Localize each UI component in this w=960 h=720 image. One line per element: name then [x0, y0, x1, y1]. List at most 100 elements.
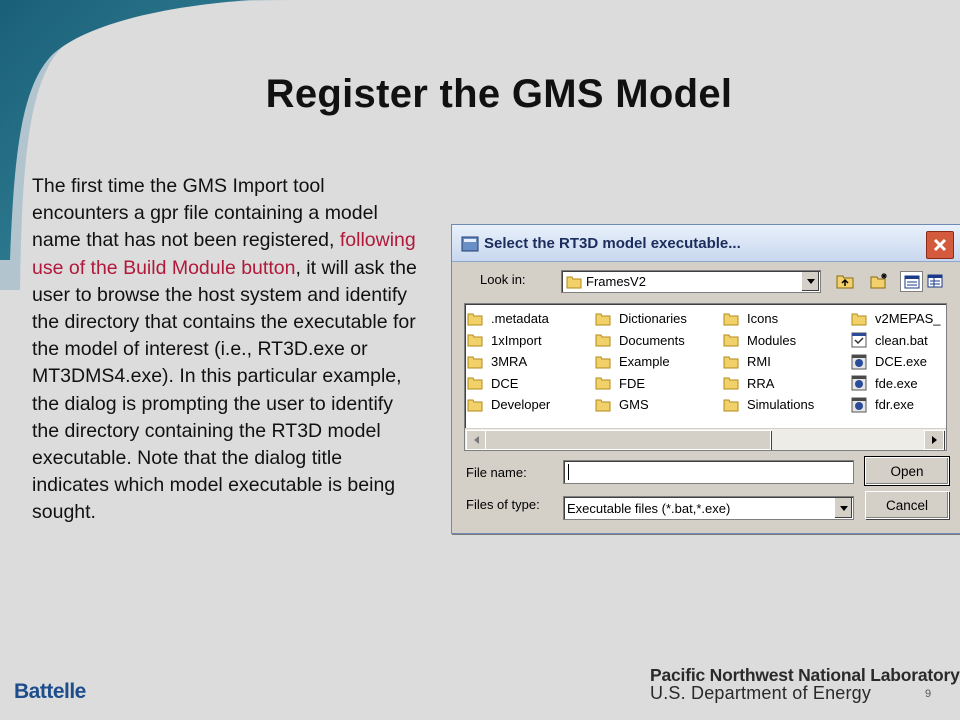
body-text-part: The first time the GMS Import tool encou… [32, 175, 378, 252]
file-list-item[interactable]: DCE.exe [851, 351, 941, 373]
file-name: clean.bat [875, 332, 928, 348]
scrollbar-thumb[interactable] [485, 430, 771, 450]
doe-name: U.S. Department of Energy [650, 683, 872, 703]
look-in-select[interactable]: FramesV2 [561, 270, 821, 293]
file-list-item[interactable]: .metadata [467, 308, 550, 330]
slide-body-text: The first time the GMS Import tool encou… [32, 173, 424, 527]
folder-icon [851, 312, 871, 326]
folder-icon [723, 355, 743, 369]
file-list-item[interactable]: Documents [595, 330, 687, 352]
file-column: v2MEPAS_ clean.bat DCE.exe fde.exe fdr.exe [851, 308, 941, 416]
open-button[interactable]: Open [864, 456, 950, 486]
batch-file-icon [851, 332, 871, 348]
file-list[interactable]: .metadata 1xImport 3MRA DCE Developer Dictio… [464, 303, 947, 451]
file-chooser-dialog: Select the RT3D model executable... Look… [451, 224, 960, 534]
folder-icon [467, 355, 487, 369]
file-list-item[interactable]: fde.exe [851, 373, 941, 395]
folder-icon [566, 276, 582, 288]
scroll-right-button[interactable] [924, 430, 944, 450]
folder-icon [467, 398, 487, 412]
file-list-item[interactable]: RMI [723, 351, 814, 373]
file-name: Documents [619, 332, 685, 348]
file-name: GMS [619, 397, 649, 413]
file-name-label: File name: [466, 465, 527, 480]
file-name: Dictionaries [619, 311, 687, 327]
up-folder-icon [836, 275, 853, 288]
app-icon [461, 236, 479, 252]
file-name: Developer [491, 397, 551, 413]
new-folder-icon [870, 272, 887, 288]
file-name-input[interactable] [563, 460, 854, 484]
chevron-down-icon[interactable] [834, 498, 852, 518]
file-column: Dictionaries Documents Example FDE GMS [595, 308, 687, 416]
details-view-button[interactable] [924, 271, 945, 290]
folder-icon [595, 333, 615, 347]
file-name: 3MRA [491, 354, 528, 370]
look-in-value: FramesV2 [586, 274, 646, 289]
look-in-label: Look in: [480, 272, 526, 287]
file-name: fde.exe [875, 375, 918, 391]
file-list-item[interactable]: Dictionaries [595, 308, 687, 330]
close-button[interactable] [926, 231, 954, 259]
scroll-left-button[interactable] [466, 430, 486, 450]
file-name: RMI [747, 354, 771, 370]
list-view-icon [904, 275, 919, 288]
file-list-item[interactable]: Example [595, 351, 687, 373]
up-folder-button[interactable] [834, 271, 855, 290]
file-name: DCE.exe [875, 354, 928, 370]
folder-icon [467, 333, 487, 347]
file-name: fdr.exe [875, 397, 915, 413]
body-text-part: , it will ask the user to browse the hos… [32, 256, 417, 524]
cancel-button[interactable]: Cancel [865, 491, 949, 519]
file-list-item[interactable]: 1xImport [467, 330, 550, 352]
file-list-item[interactable]: Developer [467, 394, 550, 416]
horizontal-scrollbar[interactable] [465, 428, 946, 450]
exe-file-icon [851, 354, 871, 370]
folder-icon [595, 398, 615, 412]
chevron-right-icon [931, 436, 937, 444]
list-view-button[interactable] [900, 271, 923, 292]
file-list-item[interactable]: FDE [595, 373, 687, 395]
chevron-left-icon [473, 436, 479, 444]
folder-icon [595, 312, 615, 326]
file-name: RRA [747, 375, 775, 391]
details-view-icon [927, 274, 942, 287]
page-number: 9 [925, 688, 932, 700]
file-name: .metadata [491, 311, 549, 327]
folder-icon [723, 333, 743, 347]
files-of-type-select[interactable]: Executable files (*.bat,*.exe) [563, 496, 854, 520]
file-list-item[interactable]: Simulations [723, 394, 814, 416]
file-column: .metadata 1xImport 3MRA DCE Developer [467, 308, 550, 416]
chevron-down-icon[interactable] [801, 272, 819, 291]
file-list-item[interactable]: clean.bat [851, 330, 941, 352]
file-name: DCE [491, 375, 519, 391]
file-name: Icons [747, 311, 779, 327]
files-of-type-label: Files of type: [466, 497, 540, 512]
slide-title: Register the GMS Model [265, 72, 733, 116]
dialog-title: Select the RT3D model executable... [484, 234, 741, 252]
exe-file-icon [851, 397, 871, 413]
file-list-item[interactable]: RRA [723, 373, 814, 395]
file-name-value [568, 464, 569, 480]
file-name: Modules [747, 332, 797, 348]
folder-icon [595, 355, 615, 369]
file-name: FDE [619, 375, 645, 391]
file-list-item[interactable]: 3MRA [467, 351, 550, 373]
exe-file-icon [851, 375, 871, 391]
battelle-logo: Battelle [14, 680, 86, 703]
file-name: Example [619, 354, 670, 370]
folder-icon [723, 398, 743, 412]
new-folder-button[interactable] [868, 271, 889, 290]
file-name: v2MEPAS_ [875, 311, 941, 327]
folder-icon [467, 312, 487, 326]
file-list-item[interactable]: fdr.exe [851, 394, 941, 416]
file-list-item[interactable]: Icons [723, 308, 814, 330]
file-name: Simulations [747, 397, 815, 413]
file-list-item[interactable]: GMS [595, 394, 687, 416]
close-icon [933, 238, 947, 252]
folder-icon [595, 376, 615, 390]
file-list-item[interactable]: Modules [723, 330, 814, 352]
file-list-item[interactable]: DCE [467, 373, 550, 395]
folder-icon [467, 376, 487, 390]
file-list-item[interactable]: v2MEPAS_ [851, 308, 941, 330]
